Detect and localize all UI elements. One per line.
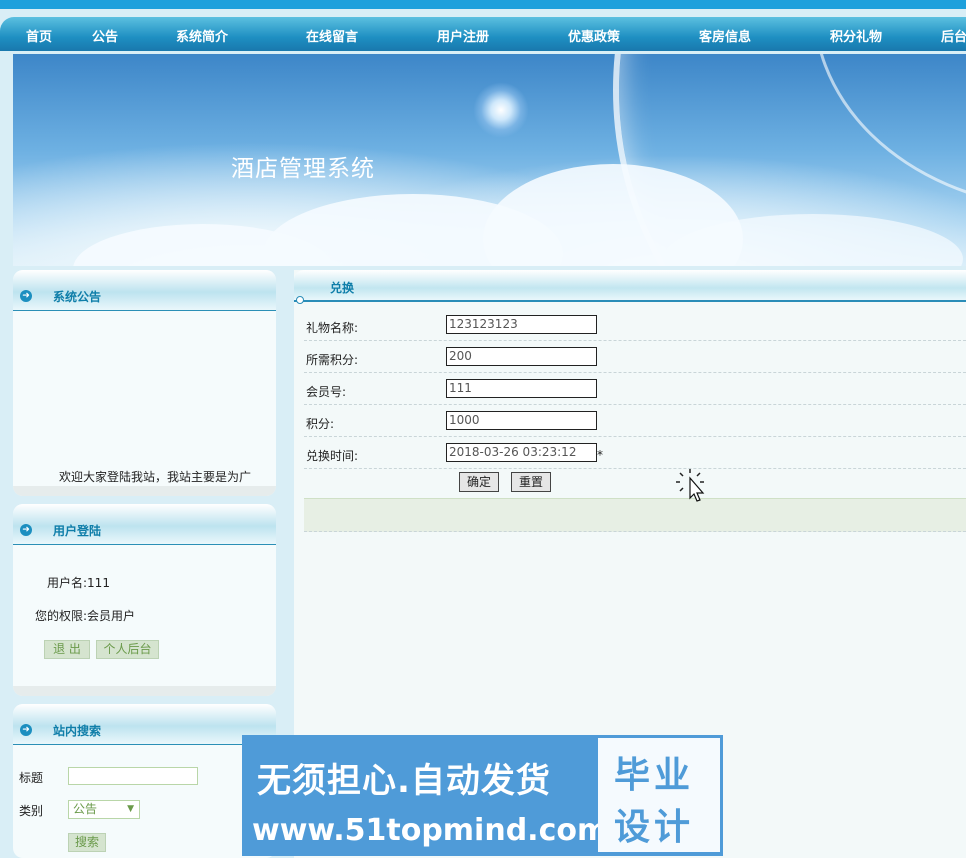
watermark-badge: 毕业 设计 [598, 738, 720, 852]
search-panel-header: ➜ 站内搜索 [13, 704, 276, 745]
points-label: 积分: [306, 417, 335, 431]
watermark-url: www.51topmind.com [252, 813, 609, 848]
points-required-input[interactable]: 200 [446, 347, 597, 366]
search-category-label: 类别 [19, 804, 44, 818]
panel-footer [13, 686, 276, 696]
busy-cursor-icon [676, 469, 705, 502]
watermark-badge-line1: 毕业 [614, 755, 695, 796]
search-category-value: 公告 [73, 802, 98, 816]
arrow-right-icon: ➜ [20, 524, 32, 536]
watermark-banner: 无须担心.自动发货 www.51topmind.com 毕业 设计 [242, 735, 723, 856]
form-row-exchange-time: 兑换时间: 2018-03-26 03:23:12 * [304, 436, 966, 469]
reset-button[interactable]: 重置 [511, 472, 551, 492]
exchange-heading: 兑换 [330, 281, 355, 295]
nav-rooms[interactable]: 客房信息 [699, 26, 751, 45]
notice-panel-title: 系统公告 [53, 290, 102, 304]
confirm-button[interactable]: 确定 [459, 472, 499, 492]
panel-footer [13, 486, 276, 496]
form-row-points: 积分: 1000 [304, 404, 966, 437]
search-title-input[interactable] [68, 767, 198, 785]
nav-register[interactable]: 用户注册 [437, 26, 489, 45]
arrow-right-icon: ➜ [20, 290, 32, 302]
personal-center-button[interactable]: 个人后台 [96, 640, 159, 659]
notice-marquee[interactable]: 欢迎大家登陆我站，我站主要是为广 [59, 468, 251, 485]
nav-admin[interactable]: 后台 [941, 26, 966, 45]
nav-gifts[interactable]: 积分礼物 [830, 26, 882, 45]
username-text: 用户名:111 [47, 576, 110, 590]
nav-announcements[interactable]: 公告 [92, 26, 118, 45]
member-id-input[interactable]: 111 [446, 379, 597, 398]
chevron-down-icon: ▼ [127, 804, 134, 814]
points-input[interactable]: 1000 [446, 411, 597, 430]
banner: 酒店管理系统 [13, 54, 966, 266]
search-panel-title: 站内搜索 [53, 724, 102, 738]
form-row-member-id: 会员号: 111 [304, 372, 966, 405]
main-nav: 首页 公告 系统简介 在线留言 用户注册 优惠政策 客房信息 积分礼物 后台 [0, 17, 966, 51]
watermark-slogan: 无须担心.自动发货 [257, 761, 551, 801]
gift-name-input[interactable]: 123123123 [446, 315, 597, 334]
login-panel-header: ➜ 用户登陆 [13, 504, 276, 545]
gift-name-label: 礼物名称: [306, 321, 359, 335]
banner-galaxy [473, 82, 529, 138]
notice-panel: ➜ 系统公告 欢迎大家登陆我站，我站主要是为广 [13, 270, 276, 496]
exchange-header: 兑换 [294, 270, 966, 304]
logout-button[interactable]: 退 出 [44, 640, 90, 659]
form-footer-row [304, 498, 966, 532]
watermark-badge-line2: 设计 [614, 807, 695, 848]
nav-guestbook[interactable]: 在线留言 [306, 26, 358, 45]
ring-icon [296, 296, 304, 304]
site-title: 酒店管理系统 [231, 156, 375, 182]
points-required-label: 所需积分: [306, 353, 359, 367]
nav-home[interactable]: 首页 [26, 26, 52, 45]
arrow-right-icon: ➜ [20, 724, 32, 736]
exchange-time-label: 兑换时间: [306, 449, 359, 463]
login-panel: ➜ 用户登陆 用户名:111 您的权限:会员用户 退 出 个人后台 [13, 504, 276, 696]
search-button[interactable]: 搜索 [68, 833, 106, 852]
form-row-gift-name: 礼物名称: 123123123 [304, 308, 966, 341]
nav-offers[interactable]: 优惠政策 [568, 26, 620, 45]
login-panel-title: 用户登陆 [53, 524, 102, 538]
search-category-select[interactable]: 公告 ▼ [68, 800, 140, 819]
top-strip [0, 0, 966, 9]
permission-text: 您的权限:会员用户 [35, 609, 136, 623]
notice-panel-header: ➜ 系统公告 [13, 270, 276, 311]
nav-about[interactable]: 系统简介 [176, 26, 228, 45]
search-panel: ➜ 站内搜索 标题 类别 公告 ▼ 搜索 [13, 704, 276, 858]
search-title-label: 标题 [19, 771, 44, 785]
member-id-label: 会员号: [306, 385, 347, 399]
exchange-time-input[interactable]: 2018-03-26 03:23:12 [446, 443, 597, 462]
required-marker: * [597, 448, 603, 462]
form-row-points-required: 所需积分: 200 [304, 340, 966, 373]
